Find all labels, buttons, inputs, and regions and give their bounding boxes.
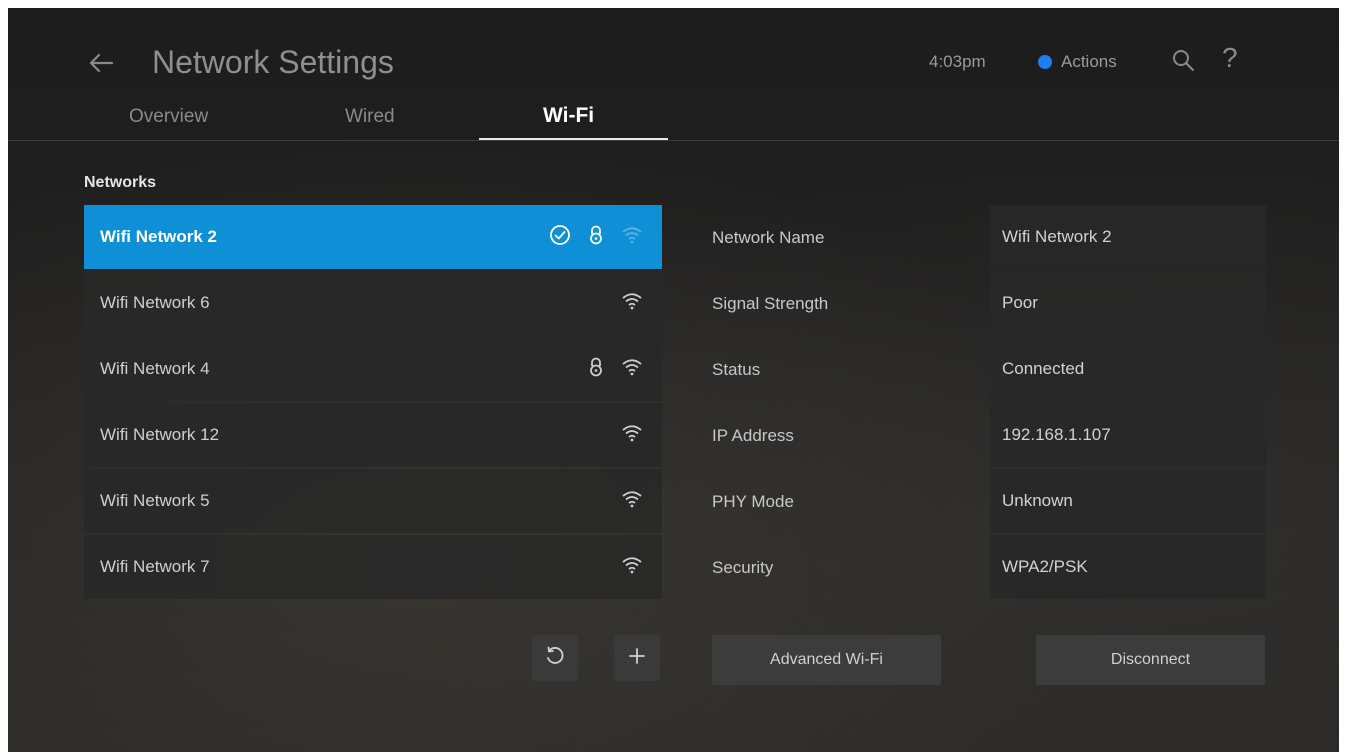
network-row-icons bbox=[620, 553, 644, 577]
tab-wifi[interactable]: Wi-Fi bbox=[543, 104, 594, 128]
search-icon[interactable] bbox=[1171, 48, 1195, 72]
refresh-button[interactable] bbox=[532, 635, 578, 681]
network-name: Wifi Network 5 bbox=[100, 491, 210, 510]
network-row-wifi-network-4[interactable]: Wifi Network 4 bbox=[84, 337, 662, 401]
detail-label-status: Status bbox=[712, 360, 761, 379]
wifi-icon bbox=[620, 289, 644, 313]
network-detail-labels: Network Name Signal Strength Status IP A… bbox=[712, 205, 828, 601]
network-name: Wifi Network 4 bbox=[100, 359, 210, 378]
detail-label-phy-mode: PHY Mode bbox=[712, 492, 794, 511]
network-name: Wifi Network 2 bbox=[100, 227, 217, 246]
clock-time: 4:03pm bbox=[929, 52, 986, 71]
detail-label-security: Security bbox=[712, 558, 774, 577]
detail-value-signal-strength: Poor bbox=[990, 271, 1266, 335]
check-circle-icon bbox=[548, 223, 572, 247]
lock-icon bbox=[584, 355, 608, 379]
back-arrow-icon[interactable] bbox=[86, 48, 116, 78]
wifi-icon bbox=[620, 553, 644, 577]
networks-section-label: Networks bbox=[84, 174, 157, 191]
detail-value-security: WPA2/PSK bbox=[990, 535, 1266, 599]
tab-wired[interactable]: Wired bbox=[345, 106, 395, 128]
network-row-icons bbox=[620, 487, 644, 511]
network-list: Wifi Network 2 Wifi Network 6 Wifi Netwo… bbox=[84, 205, 662, 601]
network-row-wifi-network-12[interactable]: Wifi Network 12 bbox=[84, 403, 662, 467]
network-detail-values: Wifi Network 2 Poor Connected 192.168.1.… bbox=[990, 205, 1266, 601]
detail-label-ip-address: IP Address bbox=[712, 426, 794, 445]
detail-label-signal-strength: Signal Strength bbox=[712, 294, 829, 313]
network-name: Wifi Network 7 bbox=[100, 557, 210, 576]
disconnect-button[interactable]: Disconnect bbox=[1036, 635, 1265, 685]
wifi-icon bbox=[620, 223, 644, 247]
network-row-wifi-network-2[interactable]: Wifi Network 2 bbox=[84, 205, 662, 269]
add-network-button[interactable] bbox=[614, 635, 660, 681]
actions-button[interactable]: Actions bbox=[1038, 52, 1117, 72]
network-row-icons bbox=[620, 421, 644, 445]
network-row-wifi-network-7[interactable]: Wifi Network 7 bbox=[84, 535, 662, 599]
wifi-icon bbox=[620, 421, 644, 445]
refresh-icon bbox=[544, 645, 566, 672]
wifi-icon bbox=[620, 487, 644, 511]
network-name: Wifi Network 12 bbox=[100, 425, 220, 444]
tv-screen: Network Settings 4:03pm Actions ? Overvi… bbox=[8, 8, 1339, 752]
network-row-wifi-network-5[interactable]: Wifi Network 5 bbox=[84, 469, 662, 533]
advanced-wifi-button[interactable]: Advanced Wi-Fi bbox=[712, 635, 941, 685]
page-title: Network Settings bbox=[152, 44, 394, 80]
network-row-icons bbox=[548, 223, 644, 247]
wifi-icon bbox=[620, 355, 644, 379]
detail-value-status: Connected bbox=[990, 337, 1266, 401]
detail-label-network-name: Network Name bbox=[712, 228, 825, 247]
actions-dot-icon bbox=[1038, 55, 1052, 69]
detail-value-phy-mode: Unknown bbox=[990, 469, 1266, 533]
header-divider bbox=[8, 140, 1339, 141]
network-row-wifi-network-6[interactable]: Wifi Network 6 bbox=[84, 271, 662, 335]
network-name: Wifi Network 6 bbox=[100, 293, 210, 312]
help-icon[interactable]: ? bbox=[1222, 42, 1238, 74]
actions-label: Actions bbox=[1061, 52, 1117, 71]
plus-icon bbox=[627, 646, 647, 671]
detail-value-network-name: Wifi Network 2 bbox=[990, 205, 1266, 269]
detail-value-ip-address: 192.168.1.107 bbox=[990, 403, 1266, 467]
network-row-icons bbox=[620, 289, 644, 313]
tab-overview[interactable]: Overview bbox=[129, 106, 208, 128]
lock-icon bbox=[584, 223, 608, 247]
network-row-icons bbox=[584, 355, 644, 379]
